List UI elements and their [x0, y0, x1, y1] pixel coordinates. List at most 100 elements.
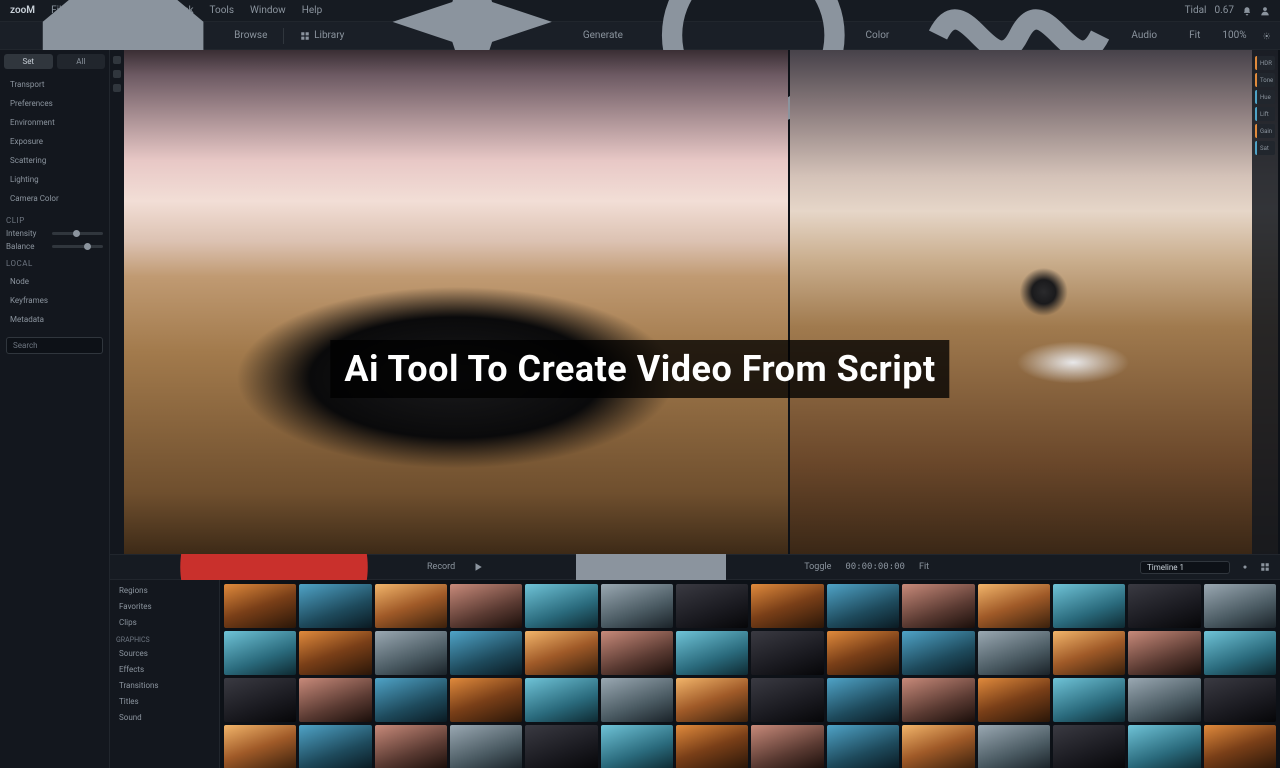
thumbnail[interactable] [525, 725, 597, 768]
user-icon[interactable] [1260, 6, 1270, 16]
thumbnail[interactable] [299, 725, 371, 768]
tl-nav-titles[interactable]: Titles [116, 695, 213, 708]
thumbnail[interactable] [751, 678, 823, 722]
thumbnail[interactable] [676, 725, 748, 768]
thumbnail[interactable] [1053, 584, 1125, 628]
prop-gain[interactable]: Gain [1255, 124, 1275, 138]
thumbnail[interactable] [1053, 725, 1125, 768]
sidebar-tab-set[interactable]: Set [4, 54, 53, 69]
thumbnail[interactable] [902, 725, 974, 768]
sidebar-item-camera-color[interactable]: Camera Color [6, 191, 103, 206]
thumbnail[interactable] [1053, 678, 1125, 722]
thumbnail[interactable] [827, 725, 899, 768]
thumbnail[interactable] [375, 631, 447, 675]
toolbar-fit[interactable]: Fit [1183, 28, 1206, 43]
thumbnail[interactable] [751, 584, 823, 628]
thumbnail[interactable] [1128, 725, 1200, 768]
thumbnail[interactable] [978, 584, 1050, 628]
thumbnail[interactable] [224, 631, 296, 675]
thumbnail[interactable] [902, 678, 974, 722]
thumbnail[interactable] [1128, 584, 1200, 628]
sidebar-item-transport[interactable]: Transport [6, 77, 103, 92]
slider-balance[interactable]: Balance [0, 240, 109, 253]
tool-pointer-icon[interactable] [113, 56, 121, 64]
thumbnail[interactable] [450, 725, 522, 768]
thumbnail[interactable] [978, 678, 1050, 722]
timeline-name-input[interactable]: Timeline 1 [1140, 561, 1230, 574]
tl-nav-regions[interactable]: Regions [116, 584, 213, 597]
thumbnail[interactable] [1053, 631, 1125, 675]
tl-nav-sources[interactable]: Sources [116, 647, 213, 660]
thumbnail[interactable] [525, 678, 597, 722]
sidebar-item-exposure[interactable]: Exposure [6, 134, 103, 149]
thumbnail[interactable] [224, 678, 296, 722]
thumbnail[interactable] [450, 584, 522, 628]
thumbnail[interactable] [1128, 631, 1200, 675]
thumbnail[interactable] [751, 631, 823, 675]
menu-help[interactable]: Help [302, 5, 322, 16]
tl-nav-effects[interactable]: Effects [116, 663, 213, 676]
thumbnail[interactable] [1128, 678, 1200, 722]
thumbnail[interactable] [601, 725, 673, 768]
thumbnail[interactable] [450, 631, 522, 675]
thumbnail[interactable] [525, 584, 597, 628]
thumbnail[interactable] [375, 584, 447, 628]
tl-nav-favorites[interactable]: Favorites [116, 600, 213, 613]
timeline-grid-icon[interactable] [1260, 562, 1270, 572]
thumbnail[interactable] [676, 678, 748, 722]
thumbnail[interactable] [978, 725, 1050, 768]
timeline-play-button[interactable] [469, 560, 487, 574]
timeline-fit-button[interactable]: Fit [915, 560, 933, 574]
thumbnail[interactable] [601, 584, 673, 628]
slider-intensity[interactable]: Intensity [0, 227, 109, 240]
sidebar-item-preferences[interactable]: Preferences [6, 96, 103, 111]
thumbnail[interactable] [299, 678, 371, 722]
prop-tone[interactable]: Tone [1255, 73, 1275, 87]
thumbnail[interactable] [827, 631, 899, 675]
thumbnail[interactable] [902, 631, 974, 675]
thumbnail[interactable] [299, 631, 371, 675]
sidebar-item-environment[interactable]: Environment [6, 115, 103, 130]
sidebar-search[interactable]: Search [6, 337, 103, 354]
sidebar-item-scattering[interactable]: Scattering [6, 153, 103, 168]
tool-crop-icon[interactable] [113, 70, 121, 78]
thumbnail[interactable] [601, 631, 673, 675]
thumbnail[interactable] [1204, 678, 1276, 722]
sidebar-item-metadata[interactable]: Metadata [6, 312, 103, 327]
tl-nav-transitions[interactable]: Transitions [116, 679, 213, 692]
thumbnail[interactable] [902, 584, 974, 628]
thumbnail[interactable] [978, 631, 1050, 675]
thumbnail[interactable] [525, 631, 597, 675]
toolbar-library[interactable]: Library [294, 28, 350, 43]
sidebar-item-keyframes[interactable]: Keyframes [6, 293, 103, 308]
prop-hdr[interactable]: HDR [1255, 56, 1275, 70]
thumbnail[interactable] [224, 725, 296, 768]
prop-hue[interactable]: Hue [1255, 90, 1275, 104]
preview-viewport-right[interactable]: HDR Tone Hue Lift Gain Sat [790, 50, 1278, 554]
thumbnail[interactable] [676, 584, 748, 628]
thumbnail[interactable] [751, 725, 823, 768]
thumbnail[interactable] [299, 584, 371, 628]
thumbnail[interactable] [1204, 725, 1276, 768]
thumbnail[interactable] [676, 631, 748, 675]
timeline-settings-icon[interactable] [1240, 562, 1250, 572]
tl-nav-clips[interactable]: Clips [116, 616, 213, 629]
prop-lift[interactable]: Lift [1255, 107, 1275, 121]
bell-icon[interactable] [1242, 6, 1252, 16]
thumbnail-grid-wrap[interactable] [220, 580, 1280, 768]
preview-viewport-left[interactable] [110, 50, 788, 554]
sidebar-item-lighting[interactable]: Lighting [6, 172, 103, 187]
gear-icon[interactable] [1263, 31, 1270, 41]
thumbnail[interactable] [450, 678, 522, 722]
thumbnail[interactable] [375, 678, 447, 722]
thumbnail[interactable] [224, 584, 296, 628]
thumbnail[interactable] [827, 678, 899, 722]
thumbnail[interactable] [375, 725, 447, 768]
thumbnail[interactable] [827, 584, 899, 628]
toolbar-zoom[interactable]: 100% [1216, 28, 1252, 43]
tl-nav-sound[interactable]: Sound [116, 711, 213, 724]
tool-mask-icon[interactable] [113, 84, 121, 92]
sidebar-item-node[interactable]: Node [6, 274, 103, 289]
sidebar-tab-all[interactable]: All [57, 54, 106, 69]
thumbnail[interactable] [1204, 631, 1276, 675]
